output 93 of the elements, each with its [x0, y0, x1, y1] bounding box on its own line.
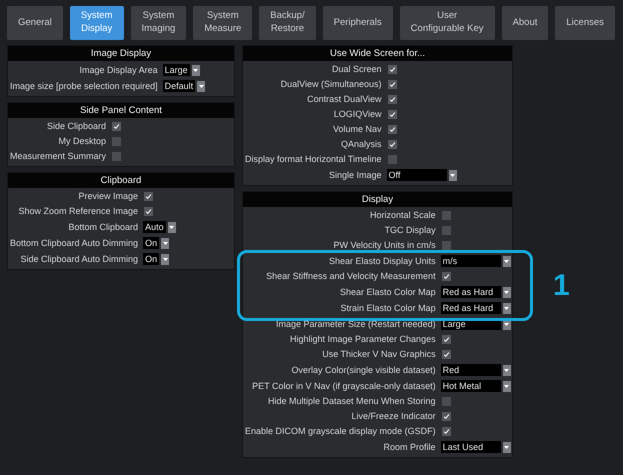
checkbox[interactable]	[112, 122, 122, 131]
checkbox[interactable]	[442, 350, 451, 359]
setting-label: PET Color in V Nav (if grayscale-only dataset)	[251, 380, 436, 393]
checkbox[interactable]	[442, 412, 451, 421]
checkbox[interactable]	[442, 272, 451, 281]
setting-label: Image Parameter Size (Restart needed)	[275, 318, 436, 331]
section-header: Use Wide Screen for...	[243, 46, 512, 61]
setting-label: Room Profile	[382, 440, 436, 454]
setting-label: Shear Stiffness and Velocity Measurement	[265, 270, 436, 283]
tab[interactable]: Backup/ Restore	[259, 6, 316, 40]
checkbox[interactable]	[388, 65, 397, 74]
caret-icon[interactable]	[192, 64, 200, 76]
setting-label: DualView (Simultaneous)	[280, 78, 382, 91]
caret-icon[interactable]	[502, 286, 511, 298]
caret-icon[interactable]	[448, 170, 457, 180]
tab[interactable]: General	[7, 6, 63, 40]
checkbox[interactable]	[388, 125, 397, 134]
setting-label: Side Clipboard	[46, 120, 106, 133]
checkbox[interactable]	[144, 192, 154, 201]
tab[interactable]: Licenses	[555, 6, 615, 40]
setting-label: Preview Image	[78, 190, 138, 203]
section-header: Display	[243, 192, 512, 207]
tab[interactable]: User Configurable Key	[400, 6, 495, 40]
setting-label: LOGIQView	[332, 108, 382, 121]
setting-label: Use Thicker V Nav Graphics	[321, 348, 436, 361]
setting-label: Shear Elasto Display Units	[328, 254, 436, 268]
dropdown-field[interactable]: Red as Hard	[440, 286, 501, 298]
setting-label: Strain Elasto Color Map	[340, 302, 436, 315]
callout-number: 1	[553, 268, 570, 302]
setting-label: Single Image	[328, 168, 382, 182]
setting-label: Measurement Summary	[10, 150, 106, 163]
dropdown-field[interactable]: Red	[440, 364, 501, 376]
checkbox[interactable]	[388, 155, 397, 164]
section-header: Image Display	[8, 46, 234, 61]
checkbox[interactable]	[442, 335, 451, 344]
checkbox[interactable]	[388, 80, 397, 89]
setting-label: Side Clipboard Auto Dimming	[20, 252, 138, 266]
setting-label: Enable DICOM grayscale display mode (GSDF)	[245, 425, 436, 438]
setting-label: Bottom Clipboard	[68, 220, 138, 234]
dropdown-field[interactable]: Default	[162, 80, 196, 92]
tab[interactable]: System Imaging	[130, 6, 186, 40]
setting-label: Volume Nav	[332, 123, 382, 136]
setting-label: QAnalysis	[340, 138, 382, 151]
dropdown-field[interactable]: Last Used	[440, 441, 501, 453]
setting-label: Overlay Color(single visible dataset)	[290, 364, 436, 377]
checkbox[interactable]	[442, 241, 451, 250]
checkbox[interactable]	[442, 211, 451, 220]
setting-label: Highlight Image Parameter Changes	[289, 333, 436, 346]
setting-label: TGC Display	[384, 224, 436, 237]
setting-label: Hide Multiple Dataset Menu When Storing	[266, 395, 436, 408]
checkbox[interactable]	[388, 110, 397, 119]
checkbox[interactable]	[112, 152, 122, 161]
tab[interactable]: Peripherals	[322, 6, 393, 40]
setting-label: Bottom Clipboard Auto Dimming	[10, 236, 138, 250]
setting-label: Show Zoom Reference Image	[18, 205, 138, 218]
caret-icon[interactable]	[502, 442, 511, 452]
tab[interactable]: System Measure	[193, 6, 252, 40]
setting-label: PW Velocity Units in cm/s	[332, 239, 436, 252]
dropdown-field[interactable]: Auto	[143, 221, 166, 233]
caret-icon[interactable]	[168, 222, 176, 232]
checkbox[interactable]	[442, 397, 451, 406]
caret-icon[interactable]	[161, 238, 170, 248]
setting-label: Display format Horizontal Timeline	[245, 153, 382, 166]
dropdown-field[interactable]: Hot Metal	[440, 380, 501, 392]
tab[interactable]: About	[502, 6, 548, 40]
caret-icon[interactable]	[502, 302, 511, 314]
setting-label: Dual Screen	[331, 63, 382, 76]
checkbox[interactable]	[442, 427, 451, 436]
dropdown-field[interactable]: On	[143, 237, 160, 249]
checkbox[interactable]	[112, 137, 122, 146]
caret-icon[interactable]	[502, 380, 511, 392]
caret-icon[interactable]	[502, 364, 511, 376]
section-header: Side Panel Content	[8, 103, 234, 118]
dropdown-field[interactable]: On	[143, 253, 160, 265]
dropdown-field[interactable]: Red as Hard	[440, 302, 501, 314]
setting-label: Live/Freeze Indicator	[350, 410, 436, 423]
setting-label: Horizontal Scale	[369, 209, 436, 222]
checkbox[interactable]	[388, 140, 397, 149]
checkbox[interactable]	[388, 95, 397, 104]
section-header: Clipboard	[8, 173, 234, 188]
setting-label: Shear Elasto Color Map	[339, 286, 436, 299]
dropdown-field[interactable]: Off	[386, 169, 447, 181]
caret-icon[interactable]	[502, 256, 511, 266]
setting-label: Image Display Area	[78, 64, 158, 77]
caret-icon[interactable]	[161, 254, 170, 264]
checkbox[interactable]	[144, 207, 154, 216]
dropdown-field[interactable]: Large	[162, 64, 190, 76]
caret-icon[interactable]	[197, 80, 206, 92]
setting-label: Image size [probe selection required]	[10, 80, 158, 93]
setting-label: My Desktop	[58, 135, 106, 148]
setting-label: Contrast DualView	[306, 93, 382, 106]
checkbox[interactable]	[442, 226, 451, 235]
dropdown-field[interactable]: m/s	[440, 255, 501, 267]
